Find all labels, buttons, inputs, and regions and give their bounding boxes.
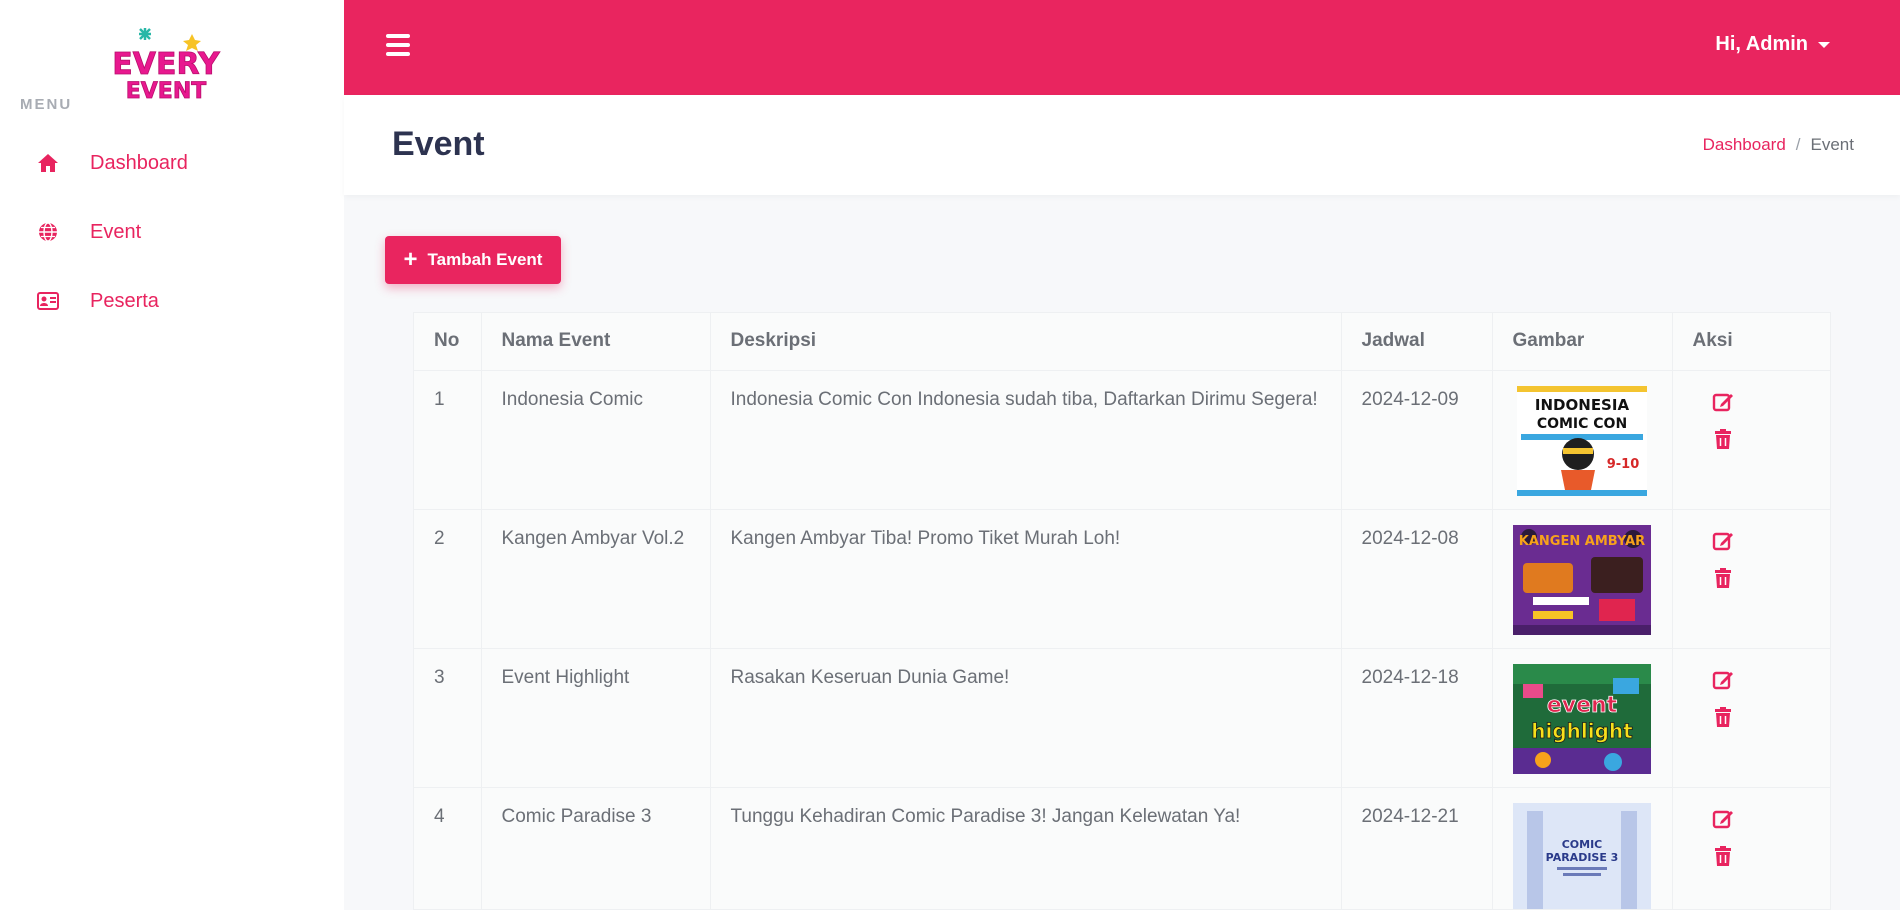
- cell-date: 2024-12-09: [1341, 370, 1493, 510]
- table-row: 4 Comic Paradise 3 Tunggu Kehadiran Comi…: [414, 787, 1830, 909]
- events-table: No Nama Event Deskripsi Jadwal Gambar Ak…: [413, 312, 1831, 910]
- column-header-aksi: Aksi: [1672, 313, 1830, 371]
- trash-icon[interactable]: [1712, 567, 1734, 589]
- sidebar-item-peserta[interactable]: Peserta: [0, 273, 344, 329]
- svg-text:event: event: [1546, 693, 1617, 718]
- svg-text:COMIC: COMIC: [1561, 838, 1602, 851]
- cell-actions: [1672, 648, 1830, 788]
- topbar: Hi, Admin: [344, 0, 1900, 95]
- cell-event-name: Indonesia Comic: [481, 370, 711, 510]
- trash-icon[interactable]: [1712, 845, 1734, 867]
- cell-description: Tunggu Kehadiran Comic Paradise 3! Janga…: [710, 787, 1342, 909]
- id-card-icon: [36, 289, 60, 313]
- edit-icon[interactable]: [1712, 391, 1734, 413]
- cell-actions: [1672, 370, 1830, 510]
- sidebar-item-label: Dashboard: [90, 151, 188, 174]
- sidebar: EVERY EVENT MENU Dashboard Event Peserta: [0, 0, 344, 910]
- cell-image: INDONESIA COMIC CON 9-10: [1492, 370, 1673, 510]
- edit-icon[interactable]: [1712, 808, 1734, 830]
- sidebar-item-label: Event: [90, 220, 142, 243]
- event-poster-image: INDONESIA COMIC CON 9-10: [1516, 385, 1647, 496]
- sidebar-item-event[interactable]: Event: [0, 204, 344, 260]
- cell-no: 1: [414, 370, 482, 510]
- event-poster-image: COMIC PARADISE 3: [1512, 802, 1651, 909]
- cell-event-name: Kangen Ambyar Vol.2: [481, 509, 711, 649]
- table-header-row: No Nama Event Deskripsi Jadwal Gambar Ak…: [414, 313, 1830, 371]
- sidebar-item-label: Peserta: [90, 289, 159, 312]
- add-event-button[interactable]: + Tambah Event: [385, 236, 561, 284]
- add-event-label: Tambah Event: [427, 250, 543, 269]
- breadcrumb-current: Event: [1810, 135, 1854, 154]
- cell-actions: [1672, 787, 1830, 909]
- cell-description: Indonesia Comic Con Indonesia sudah tiba…: [710, 370, 1342, 510]
- cell-date: 2024-12-21: [1341, 787, 1493, 909]
- cell-description: Rasakan Keseruan Dunia Game!: [710, 648, 1342, 788]
- breadcrumb-dashboard-link[interactable]: Dashboard: [1703, 135, 1786, 155]
- chevron-down-icon: [1818, 41, 1830, 48]
- table-row: 3 Event Highlight Rasakan Keseruan Dunia…: [414, 648, 1830, 788]
- menu-section-label: MENU: [20, 96, 73, 113]
- trash-icon[interactable]: [1712, 428, 1734, 450]
- svg-text:9-10: 9-10: [1606, 457, 1639, 472]
- event-poster-image: event highlight: [1512, 663, 1651, 774]
- cell-image: KANGEN AMBYAR: [1492, 509, 1673, 649]
- home-icon: [36, 151, 60, 175]
- svg-text:PARADISE 3: PARADISE 3: [1545, 851, 1618, 864]
- user-greeting: Hi, Admin: [1715, 33, 1808, 55]
- cell-event-name: Comic Paradise 3: [481, 787, 711, 909]
- every-event-logo[interactable]: EVERY EVENT: [110, 24, 222, 104]
- column-header-jadwal: Jadwal: [1341, 313, 1493, 371]
- cell-date: 2024-12-08: [1341, 509, 1493, 649]
- cell-no: 3: [414, 648, 482, 788]
- cell-image: COMIC PARADISE 3: [1492, 787, 1673, 909]
- page-title: Event: [392, 125, 485, 163]
- page-header: Event Dashboard / Event: [344, 95, 1900, 195]
- trash-icon[interactable]: [1712, 706, 1734, 728]
- cell-description: Kangen Ambyar Tiba! Promo Tiket Murah Lo…: [710, 509, 1342, 649]
- svg-text:EVERY: EVERY: [112, 47, 221, 82]
- svg-text:highlight: highlight: [1531, 719, 1633, 743]
- column-header-no: No: [414, 313, 482, 371]
- svg-text:EVENT: EVENT: [126, 79, 207, 100]
- cell-no: 4: [414, 787, 482, 909]
- svg-text:INDONESIA: INDONESIA: [1534, 396, 1629, 414]
- svg-text:COMIC CON: COMIC CON: [1536, 416, 1626, 432]
- menu-toggle-icon[interactable]: [386, 34, 410, 56]
- breadcrumb-separator: /: [1795, 135, 1801, 154]
- edit-icon[interactable]: [1712, 530, 1734, 552]
- column-header-deskripsi: Deskripsi: [710, 313, 1342, 371]
- svg-text:KANGEN AMBYAR: KANGEN AMBYAR: [1518, 534, 1644, 549]
- user-dropdown[interactable]: Hi, Admin: [1715, 33, 1830, 56]
- edit-icon[interactable]: [1712, 669, 1734, 691]
- event-poster-image: KANGEN AMBYAR: [1512, 524, 1651, 635]
- plus-icon: +: [403, 246, 418, 273]
- sidebar-item-dashboard[interactable]: Dashboard: [0, 135, 344, 191]
- cell-actions: [1672, 509, 1830, 649]
- cell-no: 2: [414, 509, 482, 649]
- globe-icon: [36, 220, 60, 244]
- table-row: 1 Indonesia Comic Indonesia Comic Con In…: [414, 370, 1830, 510]
- column-header-nama-event: Nama Event: [481, 313, 711, 371]
- breadcrumb: Dashboard / Event: [1703, 135, 1854, 155]
- table-row: 2 Kangen Ambyar Vol.2 Kangen Ambyar Tiba…: [414, 509, 1830, 649]
- cell-event-name: Event Highlight: [481, 648, 711, 788]
- cell-image: event highlight: [1492, 648, 1673, 788]
- cell-date: 2024-12-18: [1341, 648, 1493, 788]
- column-header-gambar: Gambar: [1492, 313, 1673, 371]
